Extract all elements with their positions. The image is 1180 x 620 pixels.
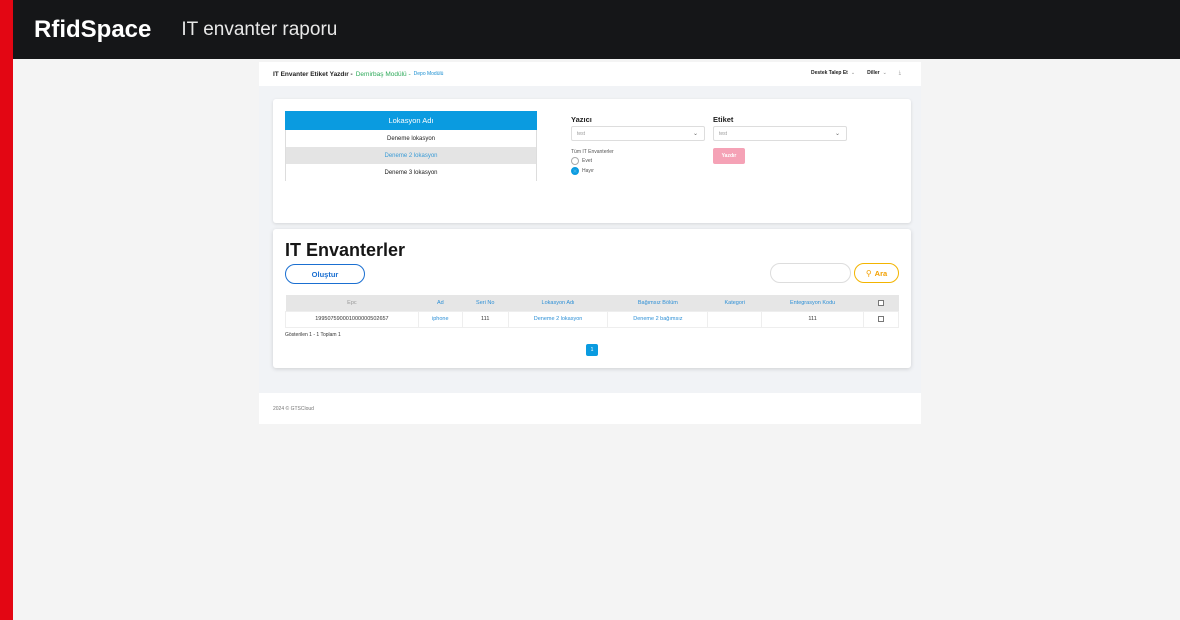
inventory-card: IT Envanterler Oluştur ⚲ Ara Epc Ad Seri… [273, 229, 911, 368]
label-field-label: Etiket [713, 115, 734, 124]
cell-epc: 199507590001000000502657 [285, 310, 419, 328]
radio-evet[interactable]: Evet [571, 157, 592, 165]
location-list-header: Lokasyon Adı [285, 111, 537, 130]
chevron-down-icon: ⌄ [882, 70, 887, 76]
location-item-selected[interactable]: Deneme 2 lokasyon [285, 147, 537, 164]
support-menu[interactable]: Destek Talep Et ⌄ [811, 70, 855, 76]
inventory-table: Epc Ad Seri No Lokasyon Adı Bağımsız Böl… [285, 295, 900, 328]
breadcrumb-title: IT Envanter Etiket Yazdır - [273, 70, 353, 78]
select-all-checkbox[interactable] [863, 295, 899, 311]
radio-hayir-label: Hayır [582, 168, 594, 174]
checkbox-icon [877, 299, 884, 306]
location-item[interactable]: Deneme lokasyon [285, 130, 537, 147]
label-select[interactable]: test ⌄ [713, 126, 847, 141]
location-list: Lokasyon Adı Deneme lokasyon Deneme 2 lo… [285, 111, 537, 181]
cell-entegrasyon: 111 [761, 310, 864, 328]
column-header-kategori[interactable]: Kategori [707, 295, 762, 311]
radio-circle-checked [571, 167, 579, 175]
column-header-lokasyon[interactable]: Lokasyon Adı [508, 295, 608, 311]
pagination-summary: Gösterilen 1 - 1 Toplam 1 [285, 332, 341, 338]
cell-bolum[interactable]: Deneme 2 bağımsız [607, 310, 709, 328]
inventory-title: IT Envanterler [285, 240, 406, 260]
download-icon[interactable]: ⤓ [899, 70, 901, 76]
table-row[interactable]: 199507590001000000502657 iphone 111 Dene… [285, 310, 900, 328]
chevron-down-icon: ⌄ [850, 70, 856, 76]
cell-seri-no: 111 [461, 310, 509, 328]
radio-evet-label: Evet [582, 158, 593, 164]
create-button[interactable]: Oluştur [285, 264, 365, 284]
print-button[interactable]: Yazdır [713, 148, 745, 164]
languages-menu[interactable]: Diller ⌄ [867, 70, 887, 76]
column-header-epc[interactable]: Epc [285, 295, 419, 311]
languages-label: Diller [867, 70, 880, 76]
search-button[interactable]: ⚲ Ara [854, 263, 899, 283]
chevron-down-icon: ⌄ [834, 131, 840, 137]
row-checkbox[interactable] [862, 310, 900, 328]
footer: 2024 © GTSCloud [259, 393, 921, 424]
top-bar: RfidSpace IT envanter raporu [13, 0, 1180, 59]
search-input[interactable] [770, 263, 851, 283]
table-header-row: Epc Ad Seri No Lokasyon Adı Bağımsız Böl… [285, 295, 899, 311]
printer-select[interactable]: test ⌄ [571, 126, 705, 141]
brand-title: RfidSpace [34, 15, 152, 43]
cell-ad[interactable]: iphone [417, 310, 463, 328]
label-value: test [719, 130, 728, 137]
support-label: Destek Talep Et [810, 70, 848, 76]
page-button[interactable]: 1 [586, 344, 598, 356]
radio-circle [571, 157, 579, 165]
printer-value: test [577, 130, 586, 137]
header-actions: Destek Talep Et ⌄ Diller ⌄ ⤓ [811, 70, 901, 76]
all-it-label: Tüm IT Envanterler [571, 149, 614, 155]
search-icon: ⚲ [865, 268, 872, 278]
page-subtitle: IT envanter raporu [181, 18, 338, 40]
column-header-entegrasyon[interactable]: Entegrasyon Kodu [761, 295, 864, 311]
cell-lokasyon[interactable]: Deneme 2 lokasyon [507, 310, 609, 328]
printer-label: Yazıcı [571, 115, 592, 124]
left-accent-bar [0, 0, 13, 620]
radio-hayir[interactable]: Hayır [571, 167, 594, 175]
column-header-bolum[interactable]: Bağımsız Bölüm [607, 295, 708, 311]
column-header-seri-no[interactable]: Seri No [462, 295, 509, 311]
breadcrumb-module-depo[interactable]: Depo Modülü [414, 71, 444, 77]
column-header-ad[interactable]: Ad [418, 295, 463, 311]
location-item[interactable]: Deneme 3 lokasyon [285, 164, 537, 181]
chevron-down-icon: ⌄ [692, 131, 698, 137]
breadcrumb-module-demirbas[interactable]: Demirbaş Modülü - [356, 71, 411, 78]
app-header: IT Envanter Etiket Yazdır - Demirbaş Mod… [259, 62, 921, 86]
cell-kategori [707, 310, 763, 328]
checkbox-icon [877, 315, 884, 322]
search-button-label: Ara [874, 268, 888, 278]
app-frame: IT Envanter Etiket Yazdır - Demirbaş Mod… [259, 62, 921, 424]
print-settings-card: Lokasyon Adı Deneme lokasyon Deneme 2 lo… [273, 99, 911, 223]
